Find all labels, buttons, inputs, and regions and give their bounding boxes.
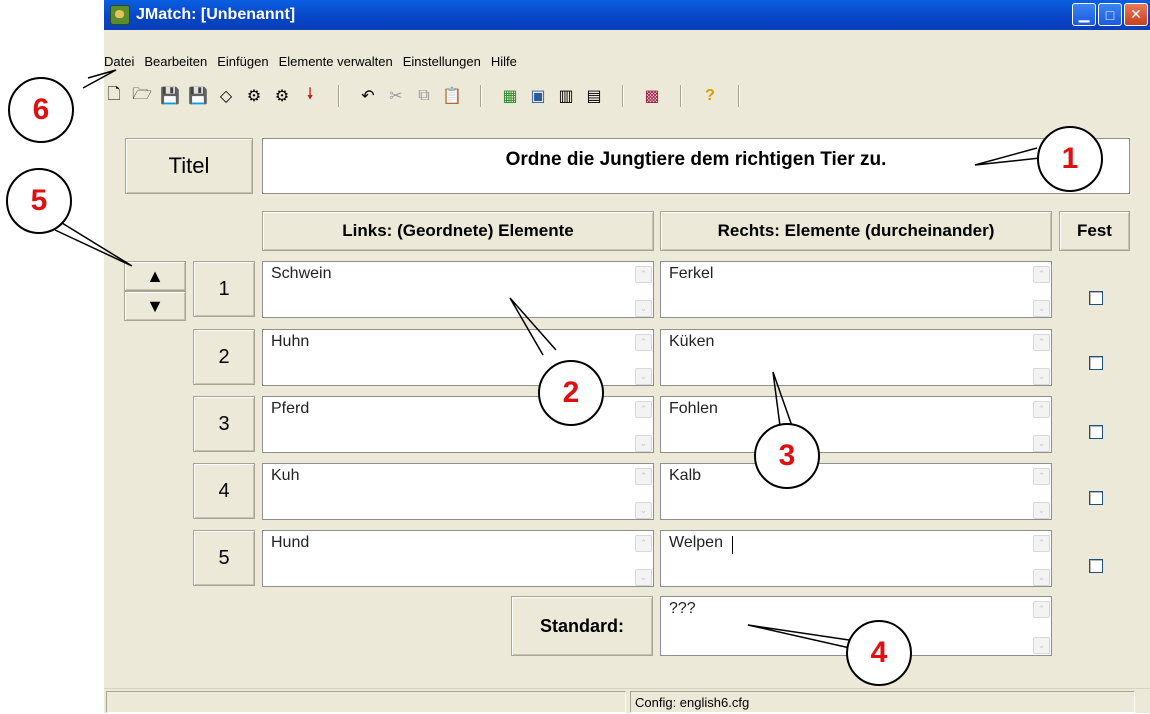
field-scrollbar[interactable]: ⌃ ⌄: [1033, 334, 1050, 385]
paste-icon[interactable]: 📋: [442, 86, 462, 106]
row-number-button[interactable]: 4: [193, 463, 255, 519]
row-number-button[interactable]: 5: [193, 530, 255, 586]
maximize-button[interactable]: □: [1098, 3, 1122, 26]
menu-bar: Datei Bearbeiten Einfügen Elemente verwa…: [104, 50, 1150, 72]
image-icon[interactable]: ▦: [500, 86, 520, 106]
fixed-checkbox[interactable]: [1089, 291, 1103, 305]
file-icon[interactable]: ▥: [556, 86, 576, 106]
standard-label-button[interactable]: Standard:: [511, 596, 653, 656]
fixed-checkbox[interactable]: [1089, 425, 1103, 439]
open-folder-icon[interactable]: 🗁: [132, 86, 152, 106]
fixed-checkbox[interactable]: [1089, 356, 1103, 370]
save-as-icon[interactable]: 💾: [188, 86, 208, 106]
callout-6: 6: [8, 77, 74, 143]
cut-icon[interactable]: ✂: [386, 86, 406, 106]
save-icon[interactable]: 💾: [160, 86, 180, 106]
right-item-field[interactable]: Kalb ⌃ ⌄: [660, 463, 1052, 520]
fixed-checkbox[interactable]: [1089, 491, 1103, 505]
app-icon: [110, 5, 130, 25]
right-column-header[interactable]: Rechts: Elemente (durcheinander): [660, 211, 1052, 251]
fixed-column-header[interactable]: Fest: [1059, 211, 1130, 251]
callout-3: 3: [754, 423, 820, 489]
erase-icon[interactable]: ◇: [216, 86, 236, 106]
toolbar-separator: [680, 85, 682, 107]
copy-icon[interactable]: ⧉: [414, 86, 434, 106]
config-icon[interactable]: ▩: [642, 86, 662, 106]
menu-bearbeiten[interactable]: Bearbeiten: [139, 54, 212, 69]
field-scrollbar[interactable]: ⌃ ⌄: [1033, 535, 1050, 586]
window-title: JMatch: [Unbenannt]: [136, 6, 296, 23]
insert-arrow-icon[interactable]: 🠗: [300, 86, 320, 106]
callout-4: 4: [846, 620, 912, 686]
left-item-field[interactable]: Schwein ⌃ ⌄: [262, 261, 654, 318]
callout-2: 2: [538, 360, 604, 426]
tools-icon[interactable]: ▤: [584, 86, 604, 106]
undo-icon[interactable]: ↶: [358, 86, 378, 106]
new-file-icon[interactable]: 🗋: [104, 86, 124, 106]
left-column-header[interactable]: Links: (Geordnete) Elemente: [262, 211, 654, 251]
field-scrollbar[interactable]: ⌃ ⌄: [635, 535, 652, 586]
toolbar: 🗋 🗁 💾 💾 ◇ ⚙ ⚙ 🠗 ↶ ✂ ⧉ 📋 ▦ ▣ ▥ ▤ ▩ ?: [104, 82, 1004, 110]
row-number-button[interactable]: 2: [193, 329, 255, 385]
text-cursor: [732, 536, 733, 554]
menu-elemente-verwalten[interactable]: Elemente verwalten: [274, 54, 398, 69]
field-scrollbar[interactable]: ⌃ ⌄: [1033, 266, 1050, 317]
menu-einstellungen[interactable]: Einstellungen: [398, 54, 486, 69]
toolbar-separator: [622, 85, 624, 107]
toolbar-separator: [338, 85, 340, 107]
move-down-button[interactable]: ▼: [124, 291, 186, 321]
right-item-field[interactable]: Ferkel ⌃ ⌄: [660, 261, 1052, 318]
right-item-field[interactable]: Küken ⌃ ⌄: [660, 329, 1052, 386]
move-up-button[interactable]: ▲: [124, 261, 186, 291]
row-number-button[interactable]: 3: [193, 396, 255, 452]
title-bar[interactable]: JMatch: [Unbenannt] ▁ □ ✕: [104, 0, 1150, 30]
menu-hilfe[interactable]: Hilfe: [486, 54, 522, 69]
export-web-icon[interactable]: ⚙: [244, 86, 264, 106]
arrow-up-icon: ▲: [146, 265, 164, 286]
minimize-button[interactable]: ▁: [1072, 3, 1096, 26]
field-scrollbar[interactable]: ⌃ ⌄: [1033, 601, 1050, 654]
title-text: Ordne die Jungtiere dem richtigen Tier z…: [505, 149, 887, 170]
title-label-button[interactable]: Titel: [125, 138, 253, 194]
callout-1: 1: [1037, 126, 1103, 192]
field-scrollbar[interactable]: ⌃ ⌄: [635, 334, 652, 385]
status-config: Config: english6.cfg: [630, 691, 1135, 713]
left-item-field[interactable]: Hund ⌃ ⌄: [262, 530, 654, 587]
link-icon[interactable]: ▣: [528, 86, 548, 106]
right-item-field[interactable]: Welpen ⌃ ⌄: [660, 530, 1052, 587]
left-item-field[interactable]: Kuh ⌃ ⌄: [262, 463, 654, 520]
status-bar: Config: english6.cfg: [104, 688, 1150, 714]
row-number-button[interactable]: 1: [193, 261, 255, 317]
toolbar-separator: [738, 85, 740, 107]
field-scrollbar[interactable]: ⌃ ⌄: [635, 401, 652, 452]
field-scrollbar[interactable]: ⌃ ⌄: [1033, 401, 1050, 452]
toolbar-separator: [480, 85, 482, 107]
export-web-6-icon[interactable]: ⚙: [272, 86, 292, 106]
menu-einfuegen[interactable]: Einfügen: [212, 54, 273, 69]
right-item-field[interactable]: Fohlen ⌃ ⌄: [660, 396, 1052, 453]
field-scrollbar[interactable]: ⌃ ⌄: [635, 468, 652, 519]
status-panel-empty: [106, 691, 626, 713]
callout-5: 5: [6, 168, 72, 234]
close-button[interactable]: ✕: [1124, 3, 1148, 26]
help-icon[interactable]: ?: [700, 86, 720, 106]
title-input[interactable]: Ordne die Jungtiere dem richtigen Tier z…: [262, 138, 1130, 194]
menu-datei[interactable]: Datei: [104, 54, 139, 69]
field-scrollbar[interactable]: ⌃ ⌄: [1033, 468, 1050, 519]
arrow-down-icon: ▼: [146, 295, 164, 316]
fixed-checkbox[interactable]: [1089, 559, 1103, 573]
field-scrollbar[interactable]: ⌃ ⌄: [635, 266, 652, 317]
app-window: JMatch: [Unbenannt] ▁ □ ✕ Datei Bearbeit…: [104, 0, 1150, 713]
